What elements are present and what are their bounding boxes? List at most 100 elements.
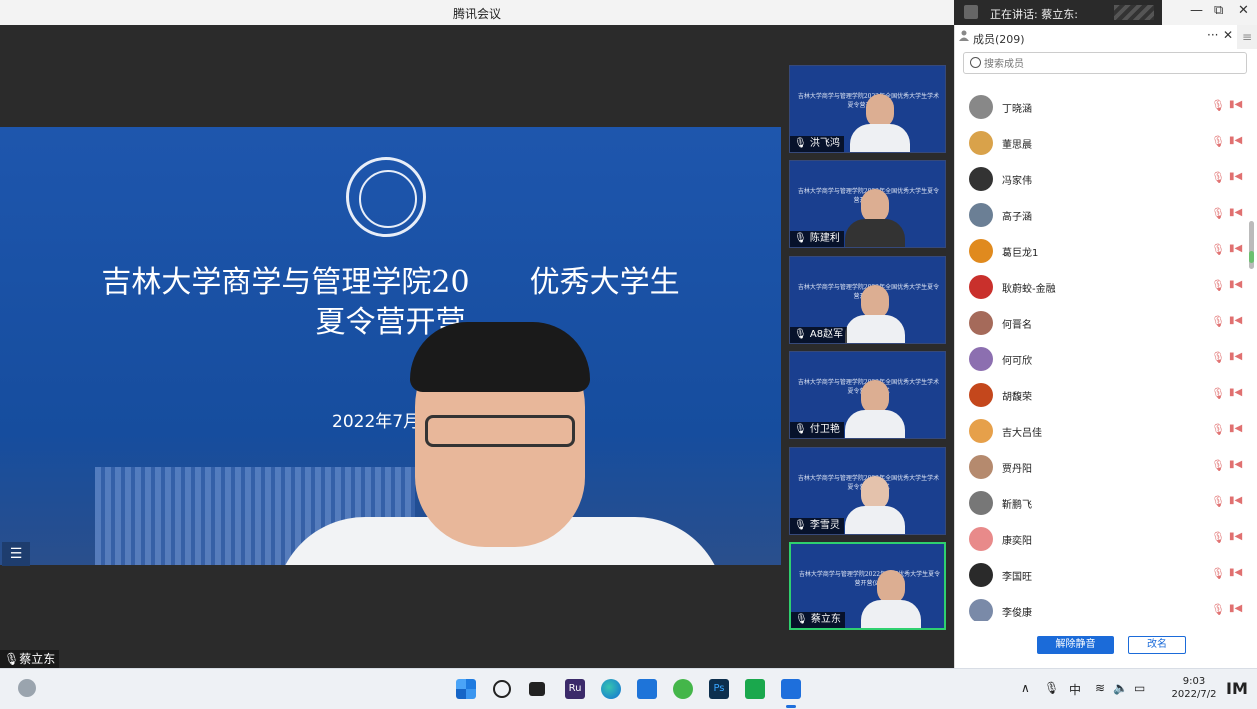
muted-mic-icon[interactable]: 🎙	[1211, 531, 1225, 544]
muted-mic-icon[interactable]: 🎙	[1211, 207, 1225, 220]
member-row[interactable]: 冯家伟 🎙 ▮◀	[955, 161, 1245, 197]
member-row[interactable]: 何可欣 🎙 ▮◀	[955, 341, 1245, 377]
mail-icon[interactable]	[637, 679, 657, 699]
wifi-icon[interactable]: ≋	[1095, 681, 1105, 695]
ime-indicator[interactable]: 中	[1069, 681, 1081, 698]
speaking-label: 正在讲话: 蔡立东:	[990, 8, 1078, 21]
muted-mic-icon[interactable]: 🎙	[1211, 495, 1225, 508]
notification-icon[interactable]: IM	[1226, 679, 1248, 698]
camera-off-icon[interactable]: ▮◀	[1229, 495, 1242, 506]
member-row[interactable]: 葛巨龙1 🎙 ▮◀	[955, 233, 1245, 269]
camera-off-icon[interactable]: ▮◀	[1229, 243, 1242, 254]
participant-tile[interactable]: 吉林大学商学与管理学院2022年全国优秀大学生夏令营开营仪式 🎙 A8赵军	[789, 256, 946, 344]
avatar	[969, 383, 993, 407]
member-row[interactable]: 胡馥荣 🎙 ▮◀	[955, 377, 1245, 413]
windows-start-icon[interactable]	[456, 679, 476, 699]
main-video-area[interactable]: 吉林大学商学与管理学院20 优秀大学生 夏令营开营 2022年7月2日 ☰ 🎙蔡立…	[0, 25, 781, 668]
participant-tile[interactable]: 吉林大学商学与管理学院2022年全国优秀大学生学术夏令营开营仪式 🎙 洪飞鸿	[789, 65, 946, 153]
member-name: 李俊康	[1002, 608, 1032, 619]
search-icon[interactable]	[493, 680, 511, 698]
photoshop-icon[interactable]: Ps	[709, 679, 729, 699]
camera-off-icon[interactable]: ▮◀	[1229, 171, 1242, 182]
restore-button[interactable]: ⧉	[1214, 3, 1223, 18]
rename-button[interactable]: 改名	[1128, 636, 1186, 654]
microphone-icon[interactable]: 🎙	[1044, 681, 1059, 695]
muted-mic-icon[interactable]: 🎙	[1211, 387, 1225, 400]
muted-mic-icon[interactable]: 🎙	[1211, 243, 1225, 256]
camera-off-icon[interactable]: ▮◀	[1229, 603, 1242, 614]
muted-mic-icon[interactable]: 🎙	[1211, 279, 1225, 292]
speaker-avatar	[964, 5, 978, 19]
member-row[interactable]: 吉大吕佳 🎙 ▮◀	[955, 413, 1245, 449]
camera-off-icon[interactable]: ▮◀	[1229, 315, 1242, 326]
member-row[interactable]: 高子涵 🎙 ▮◀	[955, 197, 1245, 233]
avatar	[969, 563, 993, 587]
member-row[interactable]: 靳鹏飞 🎙 ▮◀	[955, 485, 1245, 521]
member-row[interactable]: 李国旺 🎙 ▮◀	[955, 557, 1245, 593]
member-row[interactable]: 李俊康 🎙 ▮◀	[955, 593, 1245, 621]
system-clock[interactable]: 9:03 2022/7/2	[1164, 675, 1224, 701]
member-name: 李国旺	[1002, 572, 1032, 583]
muted-mic-icon[interactable]: 🎙	[1211, 459, 1225, 472]
tencent-meeting-icon[interactable]	[781, 679, 801, 699]
more-options-button[interactable]: ···	[1207, 28, 1218, 42]
battery-icon[interactable]: ▭	[1134, 681, 1145, 695]
speaking-indicator: 正在讲话: 蔡立东:	[954, 0, 1162, 25]
muted-mic-icon[interactable]: 🎙	[1211, 351, 1225, 364]
participant-name: 🎙 蔡立东	[791, 612, 845, 628]
member-row[interactable]: 丁晓涵 🎙 ▮◀	[955, 89, 1245, 125]
member-name: 贾丹阳	[1002, 464, 1032, 475]
member-row[interactable]: 耿蔚蛟-金融 🎙 ▮◀	[955, 269, 1245, 305]
rush-app-icon[interactable]: Ru	[565, 679, 585, 699]
participant-name: 🎙 付卫艳	[790, 422, 844, 438]
clock-date: 2022/7/2	[1171, 689, 1217, 700]
minimize-button[interactable]: —	[1190, 3, 1203, 18]
menu-icon[interactable]: ☰	[2, 542, 30, 566]
camera-off-icon[interactable]: ▮◀	[1229, 99, 1242, 110]
close-panel-button[interactable]: ✕	[1223, 28, 1233, 42]
search-input[interactable]	[982, 55, 1236, 73]
member-row[interactable]: 康奕阳 🎙 ▮◀	[955, 521, 1245, 557]
chevron-up-icon[interactable]: ∧	[1021, 681, 1030, 695]
browser-icon[interactable]	[673, 679, 693, 699]
participant-name: 🎙 A8赵军	[790, 327, 848, 343]
camera-off-icon[interactable]: ▮◀	[1229, 351, 1242, 362]
member-name: 何晋名	[1002, 320, 1032, 331]
muted-mic-icon[interactable]: 🎙	[1211, 99, 1225, 112]
muted-mic-icon[interactable]: 🎙	[1211, 603, 1225, 616]
muted-mic-icon[interactable]: 🎙	[1211, 171, 1225, 184]
member-row[interactable]: 贾丹阳 🎙 ▮◀	[955, 449, 1245, 485]
member-row[interactable]: 何晋名 🎙 ▮◀	[955, 305, 1245, 341]
muted-mic-icon[interactable]: 🎙	[1211, 567, 1225, 580]
participant-tile[interactable]: 吉林大学商学与管理学院2022年全国优秀大学生学术夏令营开营仪式 🎙 付卫艳	[789, 351, 946, 439]
volume-icon[interactable]: 🔈	[1113, 681, 1128, 695]
edge-browser-icon[interactable]	[601, 679, 621, 699]
collapse-icon[interactable]: ≡	[1237, 25, 1257, 49]
participant-tile-active[interactable]: 吉林大学商学与管理学院2022年全国优秀大学生夏令营开营仪式 🎙 蔡立东	[789, 542, 946, 630]
muted-mic-icon[interactable]: 🎙	[1211, 423, 1225, 436]
person-icon	[959, 30, 969, 41]
camera-off-icon[interactable]: ▮◀	[1229, 531, 1242, 542]
close-button[interactable]: ✕	[1238, 3, 1249, 18]
member-name: 康奕阳	[1002, 536, 1032, 547]
widgets-icon[interactable]	[18, 679, 36, 697]
search-box[interactable]	[963, 52, 1247, 74]
member-row[interactable]: 董思晨 🎙 ▮◀	[955, 125, 1245, 161]
scrollbar[interactable]	[1249, 221, 1254, 269]
participant-tile[interactable]: 吉林大学商学与管理学院2022年全国优秀大学生夏令营开营仪式 🎙 陈建利	[789, 160, 946, 248]
camera-off-icon[interactable]: ▮◀	[1229, 567, 1242, 578]
muted-mic-icon[interactable]: 🎙	[1211, 135, 1225, 148]
pycharm-icon[interactable]	[745, 679, 765, 699]
clock-time: 9:03	[1182, 676, 1206, 687]
camera-off-icon[interactable]: ▮◀	[1229, 387, 1242, 398]
muted-mic-icon[interactable]: 🎙	[1211, 315, 1225, 328]
window-controls: — ⧉ ✕	[1162, 0, 1257, 25]
camera-off-icon[interactable]: ▮◀	[1229, 423, 1242, 434]
unmute-button[interactable]: 解除静音	[1037, 636, 1114, 654]
task-view-icon[interactable]	[529, 682, 545, 696]
camera-off-icon[interactable]: ▮◀	[1229, 279, 1242, 290]
camera-off-icon[interactable]: ▮◀	[1229, 207, 1242, 218]
camera-off-icon[interactable]: ▮◀	[1229, 459, 1242, 470]
participant-tile[interactable]: 吉林大学商学与管理学院2022年全国优秀大学生学术夏令营开营仪式 🎙 李雪灵	[789, 447, 946, 535]
camera-off-icon[interactable]: ▮◀	[1229, 135, 1242, 146]
